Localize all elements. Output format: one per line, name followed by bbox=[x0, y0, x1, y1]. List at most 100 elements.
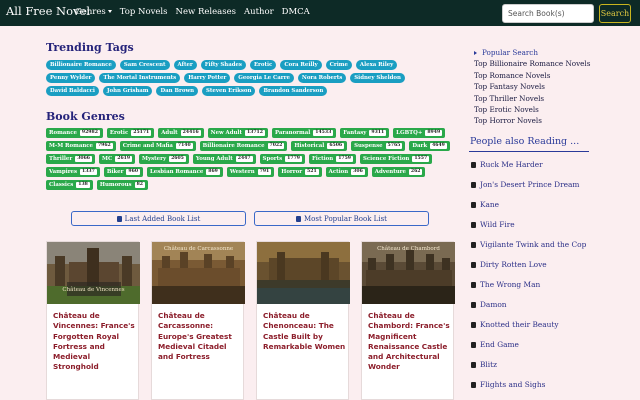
genre-badge[interactable]: Romance 92982 bbox=[46, 128, 103, 138]
search-input[interactable]: Search Book(s) bbox=[502, 4, 594, 23]
genre-badge[interactable]: M-M Romance 7962 bbox=[46, 141, 116, 151]
book-genres-title: Book Genres bbox=[46, 110, 125, 123]
genre-count: 1557 bbox=[412, 156, 430, 162]
nav-new-releases[interactable]: New Releases bbox=[176, 7, 236, 17]
nav-author[interactable]: Author bbox=[244, 7, 274, 17]
trending-tag[interactable]: Billionaire Romance bbox=[46, 60, 116, 70]
book-title[interactable]: Château de Carcassonne: Europe's Greates… bbox=[158, 311, 242, 362]
genre-badge[interactable]: Fiction 1759 bbox=[308, 154, 356, 164]
trending-tag[interactable]: Brandon Sanderson bbox=[259, 86, 328, 96]
genre-count: 8949 bbox=[425, 130, 443, 136]
genre-name: Classics bbox=[49, 182, 74, 188]
genre-badge[interactable]: Sports 1779 bbox=[259, 154, 305, 164]
book-icon bbox=[471, 182, 476, 188]
also-reading-link[interactable]: The Wrong Man bbox=[471, 275, 586, 295]
genre-name: Crime and Mafia bbox=[122, 143, 173, 149]
trending-tag[interactable]: Sidney Sheldon bbox=[350, 73, 405, 83]
top-list-link[interactable]: Top Horror Novels bbox=[474, 115, 590, 126]
top-list-link[interactable]: Top Erotic Novels bbox=[474, 104, 590, 115]
genre-badge[interactable]: Horror 521 bbox=[278, 167, 322, 177]
genre-badge[interactable]: Biker 960 bbox=[103, 167, 144, 177]
also-reading-link[interactable]: Blitz bbox=[471, 355, 586, 375]
genre-badge[interactable]: Vampires 1337 bbox=[46, 167, 100, 177]
genre-badge[interactable]: Suspense 5765 bbox=[351, 141, 406, 151]
book-title[interactable]: Château de Chambord: France's Magnificen… bbox=[368, 311, 452, 373]
book-card[interactable]: Château de Chambord Château de Chambord:… bbox=[361, 241, 455, 400]
genre-count: 4649 bbox=[430, 143, 447, 149]
top-list-link[interactable]: Top Billionaire Romance Novels bbox=[474, 58, 590, 69]
book-card[interactable]: Château de Carcassonne Château de Carcas… bbox=[151, 241, 245, 400]
also-reading-link[interactable]: Ruck Me Harder bbox=[471, 155, 586, 175]
genre-badge[interactable]: MC 2619 bbox=[98, 154, 136, 164]
genre-badge[interactable]: Action 306 bbox=[325, 167, 368, 177]
genre-badge[interactable]: Historical 6506 bbox=[291, 141, 348, 151]
genre-badge[interactable]: Billionaire Romance 7022 bbox=[199, 141, 288, 151]
genre-count: 92982 bbox=[79, 130, 100, 136]
genre-count: 7022 bbox=[267, 143, 285, 149]
genre-badge[interactable]: Adventure 262 bbox=[371, 167, 426, 177]
trending-tag[interactable]: Dan Brown bbox=[156, 86, 198, 96]
genre-name: Vampires bbox=[49, 169, 78, 175]
also-reading-link[interactable]: Knotted their Beauty bbox=[471, 315, 586, 335]
trending-tag[interactable]: Nora Roberts bbox=[297, 73, 347, 83]
genre-badge[interactable]: Humorous 82 bbox=[96, 180, 148, 190]
search-button[interactable]: Search bbox=[599, 4, 631, 23]
also-reading-title: Ruck Me Harder bbox=[480, 160, 543, 169]
trending-tag[interactable]: Cora Reilly bbox=[280, 60, 322, 70]
nav-top-novels[interactable]: Top Novels bbox=[120, 7, 168, 17]
top-list-link[interactable]: Top Thriller Novels bbox=[474, 93, 590, 104]
also-reading-link[interactable]: Wild Fire bbox=[471, 215, 586, 235]
genre-name: Billionaire Romance bbox=[202, 143, 265, 149]
also-reading-link[interactable]: Dirty Rotten Love bbox=[471, 255, 586, 275]
most-popular-book-list-button[interactable]: Most Popular Book List bbox=[254, 211, 429, 226]
trending-tag[interactable]: Fifty Shades bbox=[200, 60, 246, 70]
trending-tag[interactable]: Harry Potter bbox=[184, 73, 231, 83]
book-card[interactable]: Château de Vincennes Château de Vincenne… bbox=[46, 241, 140, 400]
also-reading-link[interactable]: Damon bbox=[471, 295, 586, 315]
genre-badge[interactable]: Adult 24416 bbox=[158, 128, 204, 138]
trending-tag[interactable]: Alexa Riley bbox=[355, 60, 398, 70]
trending-tag[interactable]: Steven Erikson bbox=[202, 86, 256, 96]
genre-badge[interactable]: Classics 138 bbox=[46, 180, 93, 190]
genre-badge[interactable]: Mystery 2605 bbox=[139, 154, 189, 164]
trending-tag[interactable]: John Grisham bbox=[102, 86, 153, 96]
trending-tag[interactable]: David Baldacci bbox=[46, 86, 99, 96]
nav-genres-dropdown[interactable]: Genres bbox=[75, 7, 112, 17]
genre-name: Dark bbox=[412, 143, 428, 149]
also-reading-link[interactable]: End Game bbox=[471, 335, 586, 355]
genre-badge[interactable]: Fantasy 9311 bbox=[340, 128, 390, 138]
book-title[interactable]: Château de Chenonceau: The Castle Built … bbox=[263, 311, 347, 352]
also-reading-link[interactable]: Vigilante Twink and the Cop bbox=[471, 235, 586, 255]
popular-search-link[interactable]: Popular Search bbox=[474, 47, 590, 58]
last-added-book-list-button[interactable]: Last Added Book List bbox=[71, 211, 246, 226]
also-reading-link[interactable]: Flights and Sighs bbox=[471, 375, 586, 395]
genre-badge[interactable]: New Adult 13712 bbox=[207, 128, 268, 138]
book-title[interactable]: Château de Vincennes: France's Forgotten… bbox=[53, 311, 137, 373]
genre-badge[interactable]: Dark 4649 bbox=[409, 141, 450, 151]
genre-badge[interactable]: Young Adult 2447 bbox=[192, 154, 256, 164]
nav-dmca[interactable]: DMCA bbox=[282, 7, 310, 17]
book-card[interactable]: Château de Chenonceau: The Castle Built … bbox=[256, 241, 350, 400]
trending-tag[interactable]: Sam Crescent bbox=[119, 60, 170, 70]
top-list-link[interactable]: Top Fantasy Novels bbox=[474, 81, 590, 92]
top-list-link[interactable]: Top Romance Novels bbox=[474, 70, 590, 81]
trending-tag[interactable]: The Mortal Instruments bbox=[99, 73, 181, 83]
also-reading-link[interactable]: Kane bbox=[471, 195, 586, 215]
trending-tag[interactable]: Erotic bbox=[249, 60, 277, 70]
genre-count: 7140 bbox=[175, 143, 193, 149]
genre-badge[interactable]: Thriller 3066 bbox=[46, 154, 95, 164]
genre-badge[interactable]: Erotic 25171 bbox=[106, 128, 155, 138]
trending-tag[interactable]: Crime bbox=[325, 60, 352, 70]
genre-badge[interactable]: Western 791 bbox=[226, 167, 275, 177]
also-reading-link[interactable]: Jon's Desert Prince Dream bbox=[471, 175, 586, 195]
genre-badge[interactable]: Crime and Mafia 7140 bbox=[119, 141, 196, 151]
genre-count: 1759 bbox=[336, 156, 353, 162]
genre-badge[interactable]: Lesbian Romance 869 bbox=[147, 167, 223, 177]
genre-badge[interactable]: Science Fiction 1557 bbox=[359, 154, 433, 164]
trending-tag[interactable]: After bbox=[173, 60, 197, 70]
trending-tag[interactable]: Georgia Le Carre bbox=[234, 73, 294, 83]
genre-badge[interactable]: LGBTQ+ 8949 bbox=[393, 128, 446, 138]
genre-badge[interactable]: Paranormal 14533 bbox=[271, 128, 337, 138]
trending-tag[interactable]: Penny Wylder bbox=[46, 73, 96, 83]
genre-name: New Adult bbox=[210, 130, 242, 136]
